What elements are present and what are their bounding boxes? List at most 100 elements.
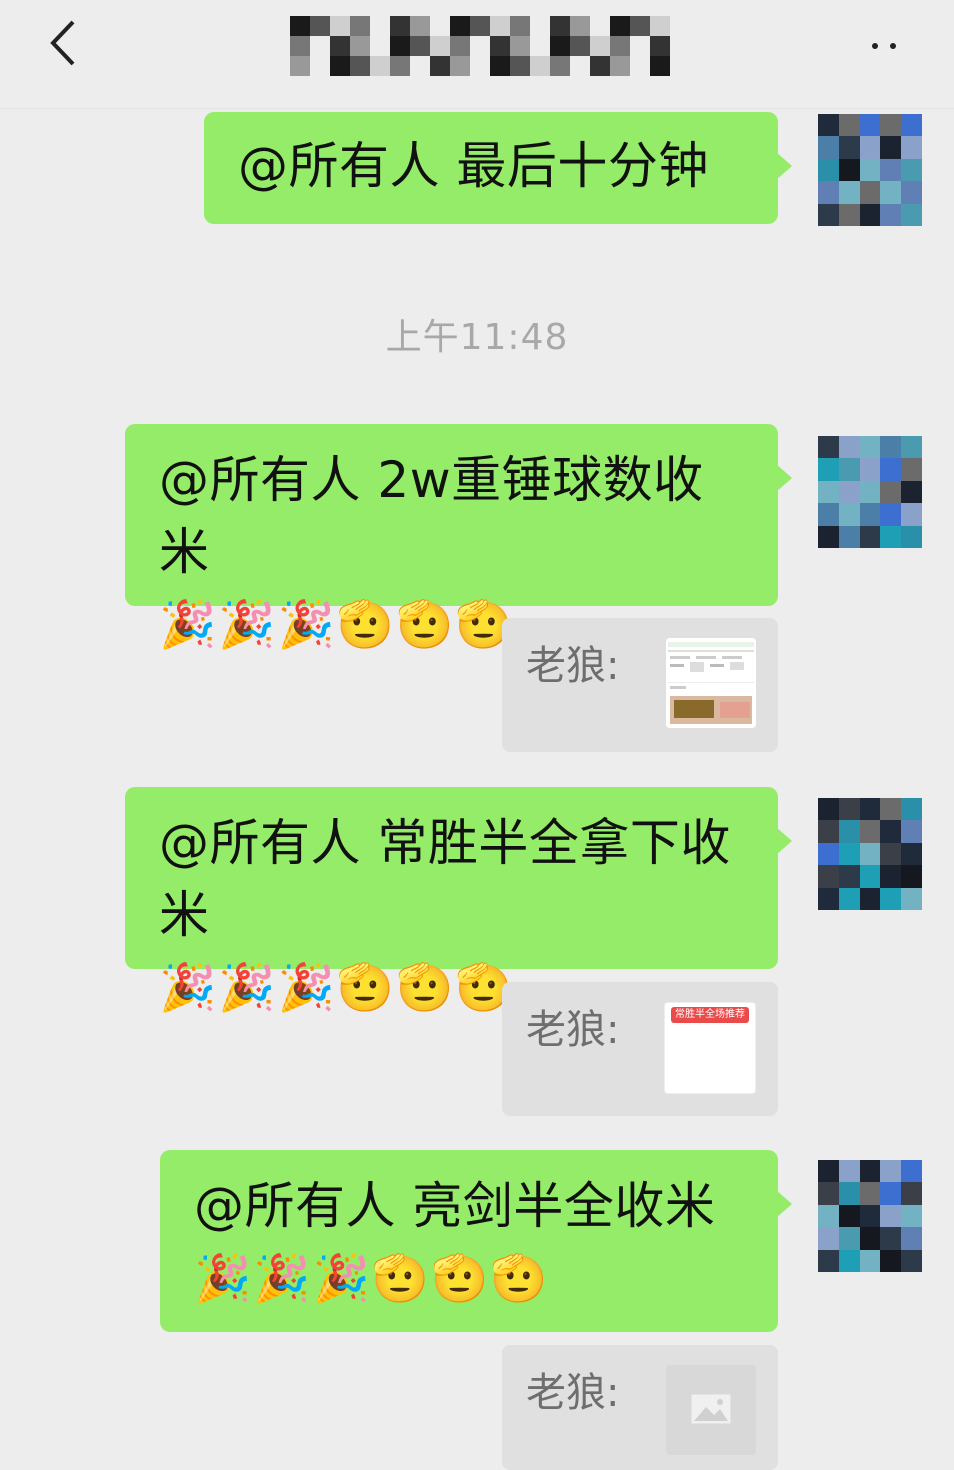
avatar[interactable] (818, 114, 922, 226)
avatar-pixel (859, 203, 881, 226)
avatar-pixel (818, 1204, 839, 1228)
avatar-pixel (859, 136, 881, 159)
timestamp: 上午11:48 (385, 317, 569, 358)
avatar-pixel (859, 820, 881, 843)
avatar-pixel (901, 136, 922, 159)
avatar[interactable] (818, 436, 922, 548)
avatar-pixel (880, 136, 902, 159)
document-screenshot-icon[interactable] (666, 638, 756, 728)
quoted-message[interactable]: 老狼: (502, 1345, 778, 1470)
avatar-pixel (901, 436, 922, 459)
title-pixel (350, 56, 370, 76)
title-pixel (410, 56, 430, 76)
avatar-pixel (838, 114, 860, 137)
title-pixel (390, 56, 410, 76)
title-pixel (510, 56, 530, 76)
message-bubble[interactable]: @所有人 常胜半全拿下收米 🎉🎉🎉🫡🫡🫡 (125, 787, 792, 1014)
title-pixel (510, 16, 530, 36)
message-bubble[interactable]: @所有人 亮剑半全收米 🎉🎉🎉🫡🫡🫡 (160, 1150, 792, 1332)
avatar-pixel (880, 114, 902, 137)
avatar-pixel (901, 820, 922, 843)
avatar-pixel (818, 842, 839, 866)
avatar-pixel (838, 842, 860, 866)
title-pixel (610, 16, 630, 36)
avatar-pixel (838, 1227, 860, 1250)
message-text: @所有人 最后十分钟 (238, 137, 709, 195)
avatar-pixel (859, 181, 881, 204)
title-pixel (590, 36, 610, 56)
title-pixel (530, 56, 550, 76)
title-pixel (370, 36, 390, 56)
title-pixel (330, 36, 350, 56)
avatar-pixel (859, 1182, 881, 1205)
avatar[interactable] (818, 1160, 922, 1272)
image-icon (691, 1394, 731, 1424)
avatar[interactable] (818, 798, 922, 910)
avatar-pixel (818, 1249, 839, 1272)
avatar-pixel (818, 181, 839, 204)
avatar-pixel (859, 798, 881, 821)
avatar-pixel (818, 114, 839, 137)
avatar-pixel (818, 480, 839, 504)
avatar-pixel (880, 458, 902, 481)
title-pixel (310, 16, 330, 36)
title-pixel (590, 16, 610, 36)
avatar-pixel (818, 1227, 839, 1250)
avatar-pixel (901, 158, 922, 182)
title-pixel (470, 16, 490, 36)
title-pixel (570, 36, 590, 56)
avatar-pixel (838, 136, 860, 159)
avatar-pixel (880, 503, 902, 526)
avatar-pixel (859, 1227, 881, 1250)
avatar-pixel (880, 203, 902, 226)
message-text: @所有人 亮剑半全收米 (194, 1177, 716, 1235)
title-pixel (310, 56, 330, 76)
title-pixel (350, 36, 370, 56)
image-thumbnail[interactable]: 常胜半全场推荐 (664, 1002, 756, 1094)
title-pixel (630, 36, 650, 56)
avatar-pixel (818, 458, 839, 481)
title-pixel (570, 16, 590, 36)
title-pixel (450, 16, 470, 36)
avatar-pixel (880, 842, 902, 866)
avatar-pixel (880, 1160, 902, 1183)
avatar-pixel (859, 525, 881, 548)
avatar-pixel (901, 503, 922, 526)
avatar-pixel (838, 458, 860, 481)
quote-sender: 老狼: (526, 1370, 620, 1416)
avatar-pixel (880, 865, 902, 888)
avatar-pixel (880, 436, 902, 459)
avatar-pixel (818, 820, 839, 843)
message-bubble[interactable]: @所有人 最后十分钟 (204, 112, 792, 224)
more-dots-icon (872, 43, 878, 49)
avatar-pixel (818, 203, 839, 226)
avatar-pixel (901, 1227, 922, 1250)
quoted-message[interactable]: 老狼: (502, 618, 778, 752)
avatar-pixel (880, 158, 902, 182)
avatar-pixel (838, 1249, 860, 1272)
title-pixel (650, 36, 670, 56)
title-pixel (490, 16, 510, 36)
avatar-pixel (818, 887, 839, 910)
title-pixel (470, 36, 490, 56)
avatar-pixel (838, 525, 860, 548)
message-emoji: 🎉🎉🎉🫡🫡🫡 (194, 1251, 550, 1305)
avatar-pixel (859, 887, 881, 910)
avatar-pixel (859, 1204, 881, 1228)
bubble-tail (776, 152, 792, 180)
title-pixel (430, 36, 450, 56)
quoted-message[interactable]: 老狼: 常胜半全场推荐 (502, 982, 778, 1116)
avatar-pixel (859, 436, 881, 459)
back-button[interactable] (38, 18, 88, 68)
avatar-pixel (901, 865, 922, 888)
avatar-pixel (859, 458, 881, 481)
title-pixel (630, 56, 650, 76)
image-placeholder-icon[interactable] (666, 1365, 756, 1455)
avatar-pixel (838, 820, 860, 843)
avatar-pixel (818, 136, 839, 159)
message-bubble[interactable]: @所有人 2w重锤球数收米 🎉🎉🎉🫡🫡🫡 (125, 424, 792, 651)
avatar-pixel (901, 480, 922, 504)
more-button[interactable] (858, 26, 910, 66)
avatar-pixel (838, 1204, 860, 1228)
avatar-pixel (838, 1160, 860, 1183)
